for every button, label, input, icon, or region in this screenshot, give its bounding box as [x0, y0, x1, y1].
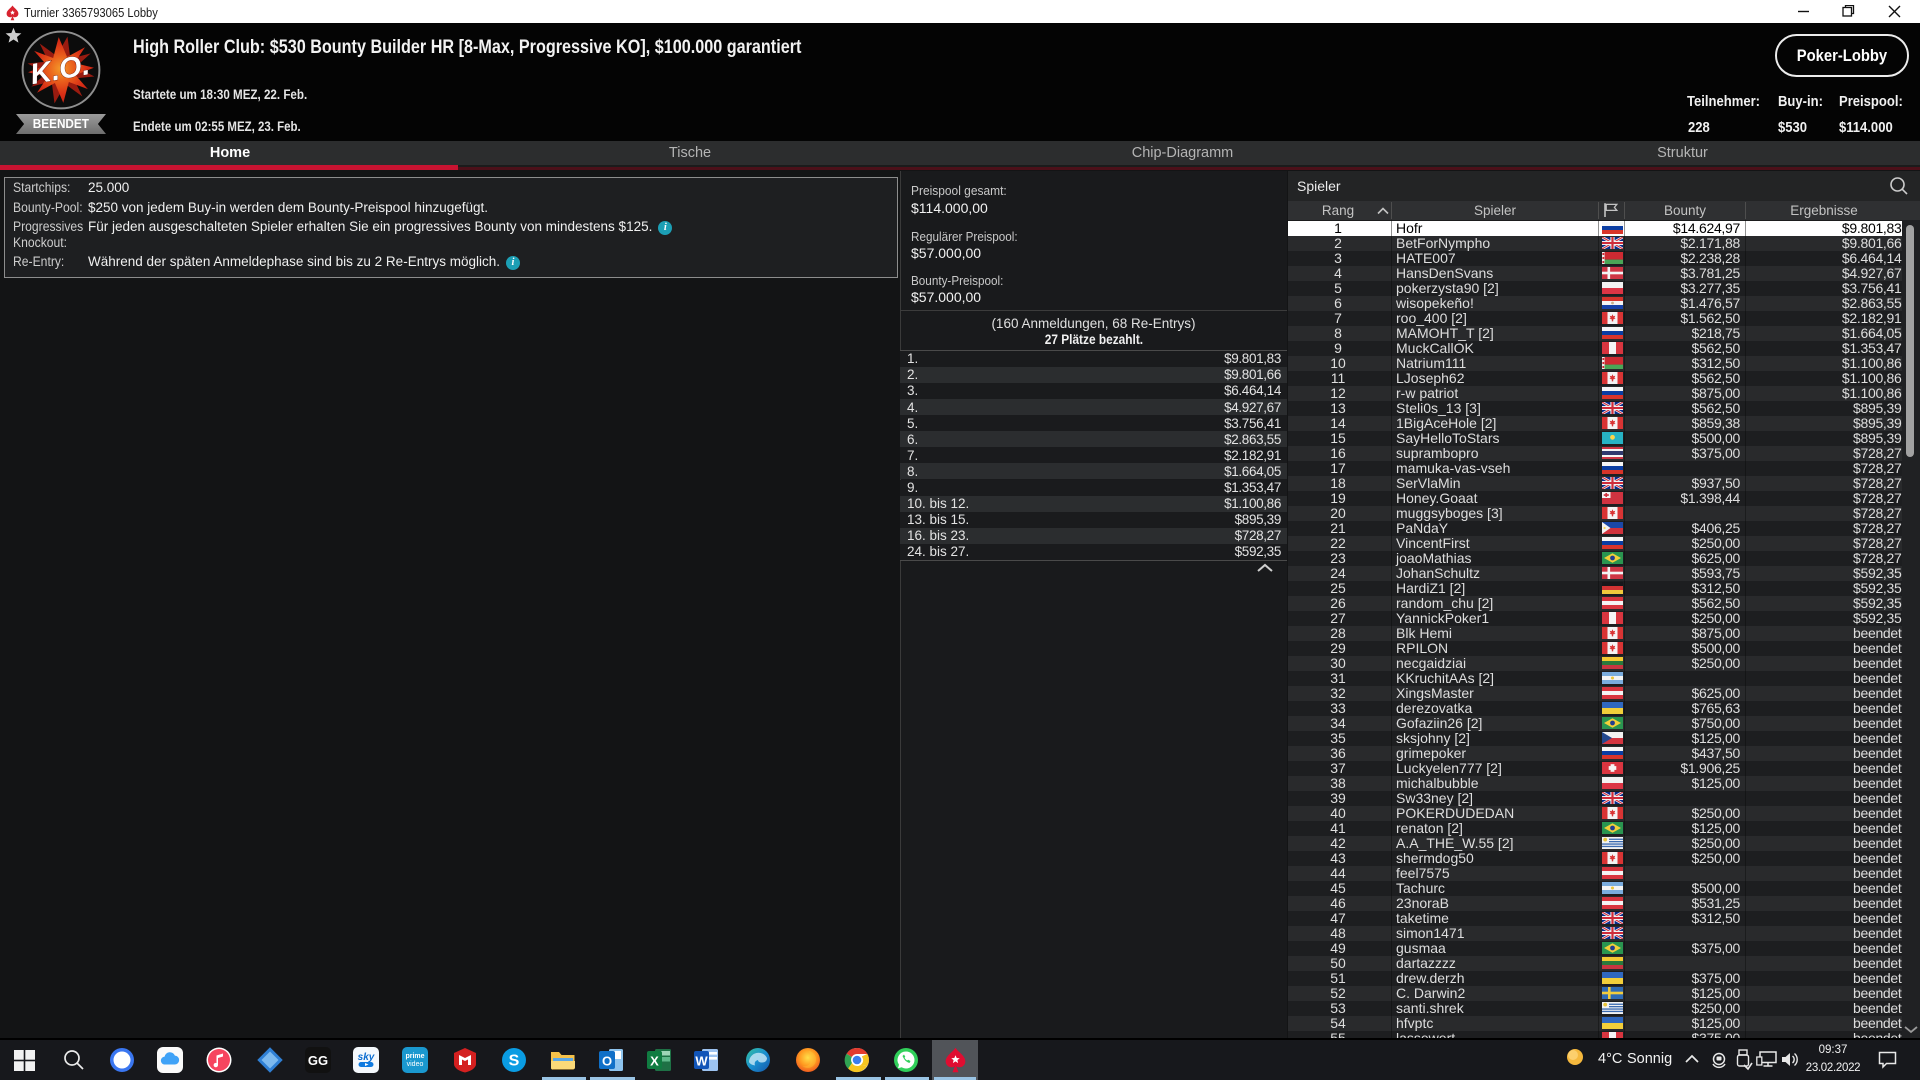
- svg-text:sky: sky: [358, 1052, 375, 1063]
- svg-text:O: O: [602, 1054, 612, 1069]
- svg-text:GG: GG: [308, 1053, 328, 1068]
- svg-text:S: S: [509, 1053, 520, 1070]
- svg-text:prime: prime: [405, 1053, 424, 1060]
- svg-text:video: video: [407, 1061, 424, 1068]
- svg-text:W: W: [695, 1054, 708, 1069]
- svg-text:X: X: [650, 1054, 659, 1069]
